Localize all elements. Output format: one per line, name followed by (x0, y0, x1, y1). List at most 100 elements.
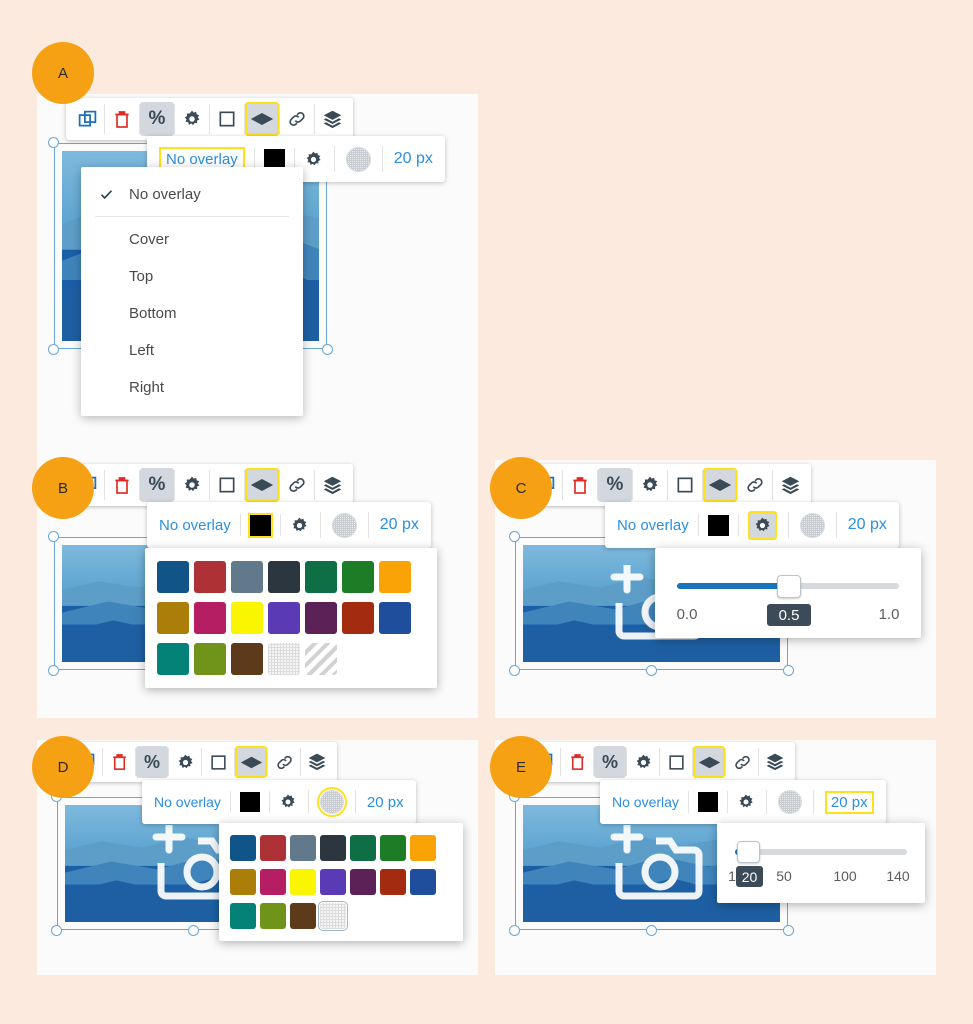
resize-handle-top-left[interactable] (509, 531, 520, 542)
color-swatch-rust[interactable] (380, 869, 406, 895)
color-swatch-teal[interactable] (157, 643, 189, 675)
color-swatch-green-forest[interactable] (342, 561, 374, 593)
color-swatch-blue-dark[interactable] (157, 561, 189, 593)
blur-circle-icon[interactable] (331, 512, 357, 538)
layers-icon[interactable] (315, 468, 349, 502)
layers-icon[interactable] (759, 746, 791, 778)
resize-handle-bottom-right[interactable] (322, 344, 333, 355)
blur-circle-icon[interactable] (345, 146, 371, 172)
color-swatch-green-sea[interactable] (305, 561, 337, 593)
blur-slider-thumb[interactable] (737, 841, 760, 863)
link-icon[interactable] (738, 468, 772, 502)
color-swatch-slate-gray[interactable] (231, 561, 263, 593)
color-swatch-blue-dark[interactable] (230, 835, 256, 861)
link-icon[interactable] (280, 102, 314, 136)
overlay-opacity-gear-icon[interactable] (747, 510, 777, 540)
overlay-mode-label[interactable]: No overlay (617, 517, 689, 534)
link-icon[interactable] (726, 746, 758, 778)
percent-icon[interactable]: % (136, 746, 168, 778)
color-swatch-plum[interactable] (350, 869, 376, 895)
color-swatch-blue-royal[interactable] (379, 602, 411, 634)
color-swatch-gold-dark[interactable] (157, 602, 189, 634)
blur-value-label[interactable]: 20 px (380, 516, 419, 534)
color-swatch-yellow[interactable] (290, 869, 316, 895)
color-swatch-slate-gray[interactable] (290, 835, 316, 861)
overlay-mode-label[interactable]: No overlay (154, 794, 221, 810)
blur-circle-icon[interactable] (316, 787, 347, 817)
overlay-mode-menu[interactable]: No overlay Cover Top Bottom Left Right (81, 167, 303, 416)
overlay-color-swatch[interactable] (707, 514, 729, 536)
menu-item-right[interactable]: Right (81, 369, 303, 406)
resize-handle-bottom-left[interactable] (509, 665, 520, 676)
resize-handle-bottom-center[interactable] (187, 925, 199, 936)
overlay-opacity-gear-icon[interactable] (737, 793, 755, 811)
overlay-mode-label[interactable]: No overlay (159, 517, 231, 534)
settings-gear-icon[interactable] (169, 746, 201, 778)
overlay-opacity-gear-icon[interactable] (304, 150, 323, 169)
blur-value-label[interactable]: 20 px (848, 516, 887, 534)
resize-handle-bottom-left[interactable] (509, 925, 520, 936)
overlay-diamond-icon[interactable] (245, 102, 279, 136)
blur-slider-popup[interactable]: 1 20 50 100 140 (717, 823, 925, 903)
menu-item-left[interactable]: Left (81, 332, 303, 369)
percent-icon[interactable]: % (594, 746, 626, 778)
overlay-color-swatch[interactable] (697, 792, 718, 812)
color-swatch-olive[interactable] (260, 903, 286, 929)
settings-gear-icon[interactable] (175, 468, 209, 502)
color-swatch-teal[interactable] (230, 903, 256, 929)
overlay-color-swatch[interactable] (239, 792, 260, 812)
color-swatch-rust[interactable] (342, 602, 374, 634)
resize-handle-bottom-right[interactable] (783, 665, 794, 676)
menu-item-cover[interactable]: Cover (81, 221, 303, 258)
border-square-icon[interactable] (660, 746, 692, 778)
color-swatch-plum[interactable] (305, 602, 337, 634)
color-swatch-green-forest[interactable] (380, 835, 406, 861)
blur-color-palette-d[interactable] (219, 823, 463, 941)
duplicate-icon[interactable] (70, 102, 104, 136)
blur-value-label[interactable]: 20 px (824, 790, 874, 814)
overlay-color-swatch[interactable] (247, 512, 273, 538)
overlay-settings-bar-b[interactable]: No overlay 20 px (147, 502, 431, 548)
resize-handle-bottom-center[interactable] (645, 665, 657, 676)
overlay-diamond-icon[interactable] (703, 468, 737, 502)
color-swatch-no-color-diagonal[interactable] (305, 643, 337, 675)
color-swatch-orange[interactable] (379, 561, 411, 593)
color-swatch-transparent[interactable] (268, 643, 300, 675)
overlay-diamond-icon[interactable] (245, 468, 279, 502)
layers-icon[interactable] (773, 468, 807, 502)
resize-handle-top-left[interactable] (48, 531, 59, 542)
overlay-settings-bar-d[interactable]: No overlay 20 px (142, 780, 416, 824)
opacity-slider-thumb[interactable] (777, 575, 801, 598)
resize-handle-bottom-right[interactable] (783, 925, 794, 936)
resize-handle-bottom-left[interactable] (48, 665, 59, 676)
delete-icon[interactable] (103, 746, 135, 778)
overlay-settings-bar-e[interactable]: No overlay 20 px (600, 780, 886, 824)
color-swatch-brown[interactable] (231, 643, 263, 675)
link-icon[interactable] (268, 746, 300, 778)
percent-icon[interactable]: % (598, 468, 632, 502)
border-square-icon[interactable] (202, 746, 234, 778)
resize-handle-bottom-center[interactable] (645, 925, 657, 936)
settings-gear-icon[interactable] (633, 468, 667, 502)
image-toolbar-c[interactable]: % (524, 464, 811, 506)
overlay-settings-bar-c[interactable]: No overlay 20 px (605, 502, 899, 548)
layers-icon[interactable] (301, 746, 333, 778)
layers-icon[interactable] (315, 102, 349, 136)
overlay-diamond-icon[interactable] (235, 746, 267, 778)
overlay-color-palette-b[interactable] (145, 548, 437, 688)
blur-slider-track[interactable] (735, 849, 907, 855)
resize-handle-top-left[interactable] (48, 137, 59, 148)
color-swatch-magenta[interactable] (194, 602, 226, 634)
menu-item-top[interactable]: Top (81, 258, 303, 295)
delete-icon[interactable] (105, 102, 139, 136)
color-swatch-transparent[interactable] (317, 900, 349, 932)
color-swatch-blue-royal[interactable] (410, 869, 436, 895)
border-square-icon[interactable] (210, 468, 244, 502)
delete-icon[interactable] (563, 468, 597, 502)
blur-value-label[interactable]: 20 px (394, 150, 433, 168)
color-swatch-red-brick[interactable] (194, 561, 226, 593)
blur-circle-icon[interactable] (799, 512, 825, 538)
color-swatch-purple[interactable] (268, 602, 300, 634)
image-toolbar-e[interactable]: % (524, 742, 795, 782)
overlay-mode-label[interactable]: No overlay (612, 794, 679, 810)
